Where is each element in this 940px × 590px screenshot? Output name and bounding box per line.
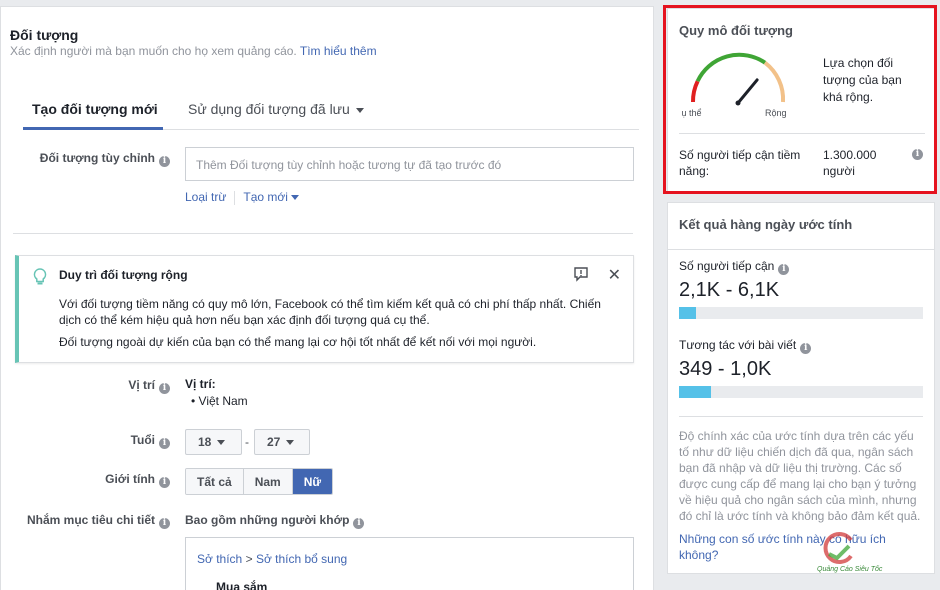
include-text: Bao gồm những người khớp [185,513,350,527]
label-text: Vị trí [128,378,155,392]
gender-row: Giới tính i [1,472,170,488]
custom-audience-label: Đối tượng tùy chỉnh i [40,151,170,167]
audience-tabs: Tạo đối tượng mới Sử dụng đối tượng đã l… [23,97,639,130]
audience-section: Đối tượng Xác định người mà bạn muốn cho… [0,6,654,590]
tab-saved-audience[interactable]: Sử dụng đối tượng đã lưu [188,101,364,130]
label-text: Giới tính [105,472,155,486]
divider [13,233,633,234]
learn-more-link[interactable]: Tìm hiểu thêm [300,44,377,58]
chevron-down-icon [290,195,299,201]
label-text: Tương tác với bài viết [679,338,797,352]
daily-results-card: Kết quả hàng ngày ước tính Số người tiếp… [667,202,935,574]
gender-label: Giới tính i [105,472,170,488]
highlight-frame [663,5,937,194]
breadcrumb-separator: > [245,552,253,566]
divider [234,190,236,205]
info-icon[interactable]: i [800,343,812,354]
location-item: • Việt Nam [191,394,248,408]
tab-label: Tạo đối tượng mới [32,101,158,117]
breadcrumb-interests[interactable]: Sở thích [197,552,242,566]
info-icon[interactable]: i [353,518,365,529]
custom-audience-row: Đối tượng tùy chỉnh i [1,151,170,167]
gender-all-button[interactable]: Tất cả [186,469,244,494]
tab-create-new-audience[interactable]: Tạo đối tượng mới [23,101,163,130]
age-max-value: 27 [267,435,281,449]
engagement-metric-label: Tương tác với bài viết i [679,338,812,354]
label-text: Số người tiếp cận [679,259,775,273]
close-icon[interactable]: ✕ [608,265,621,285]
age-label: Tuổi i [131,433,170,449]
notice-body-secondary: Đối tượng ngoài dự kiến của bạn có thể m… [59,335,537,349]
reach-metric-fill [679,307,697,319]
custom-audience-input[interactable]: Thêm Đối tượng tùy chỉnh hoặc tương tự đ… [185,147,634,181]
label-text: Nhắm mục tiêu chi tiết [26,513,155,527]
divider [679,416,923,417]
info-icon[interactable]: i [159,383,170,394]
age-row: Tuổi i [1,433,170,449]
breadcrumb-additional-interests[interactable]: Sở thích bổ sung [256,552,347,566]
label-text: Tuổi [130,433,155,447]
gender-toggle: Tất cả Nam Nữ [185,468,334,495]
label-text: Đối tượng tùy chỉnh [39,151,155,165]
info-icon[interactable]: i [159,518,170,529]
info-icon[interactable]: i [159,156,170,167]
section-subtitle: Xác định người mà bạn muốn cho họ xem qu… [10,44,377,58]
breadcrumb: Sở thích > Sở thích bổ sung [197,552,347,566]
chevron-down-icon [286,440,295,446]
lightbulb-icon [33,268,47,285]
location-heading: Vị trí: [185,377,216,391]
exclude-link[interactable]: Loại trừ [185,190,226,204]
subtitle-text: Xác định người mà bạn muốn cho họ xem qu… [10,44,297,58]
chevron-down-icon [217,440,226,446]
gender-male-button[interactable]: Nam [243,469,293,494]
notice-body: Với đối tượng tiềm năng có quy mô lớn, F… [59,297,601,327]
estimate-feedback-link[interactable]: Những con số ước tính này có hữu ích khô… [679,531,899,563]
age-min-select[interactable]: 18 [185,429,242,455]
watermark-text: Quảng Cáo Siêu Tốc [817,566,883,573]
engagement-metric-fill [679,386,711,398]
age-min-value: 18 [198,435,212,449]
reach-metric-bar [679,307,923,319]
reach-metric-value: 2,1K - 6,1K [679,279,780,301]
detailed-targeting-label: Nhắm mục tiêu chi tiết i [27,513,170,529]
reach-metric-label: Số người tiếp cận i [679,259,790,275]
divider [668,249,934,250]
location-label: Vị trí i [128,378,170,394]
broad-audience-notice: Duy trì đối tượng rộng ✕ Với đối tượng t… [15,255,634,363]
tab-label: Sử dụng đối tượng đã lưu [188,101,350,117]
age-separator: - [245,435,249,449]
engagement-metric-value: 349 - 1,0K [679,358,772,380]
estimate-disclaimer: Độ chính xác của ước tính dựa trên các y… [679,429,921,523]
include-heading: Bao gồm những người khớp i [185,513,365,529]
gender-female-button[interactable]: Nữ [292,469,333,494]
detailed-targeting-box[interactable]: Sở thích > Sở thích bổ sung Mua sắm [185,537,634,590]
location-row: Vị trí i [1,378,170,394]
age-max-select[interactable]: 27 [254,429,310,455]
engagement-metric-bar [679,386,923,398]
detailed-targeting-row: Nhắm mục tiêu chi tiết i [1,513,170,529]
category-shopping[interactable]: Mua sắm [216,580,267,590]
section-title: Đối tượng [10,27,79,43]
daily-results-title: Kết quả hàng ngày ước tính [679,217,853,232]
chevron-down-icon [355,107,364,113]
location-value: Việt Nam [198,394,248,408]
info-icon[interactable]: i [159,477,170,488]
info-icon[interactable]: i [778,264,790,275]
info-icon[interactable]: i [159,438,170,449]
report-icon[interactable] [573,266,589,282]
create-new-link[interactable]: Tạo mới [243,190,288,204]
notice-title: Duy trì đối tượng rộng [59,268,188,282]
custom-audience-actions: Loại trừ Tạo mới [185,190,299,205]
watermark-logo [823,532,853,564]
